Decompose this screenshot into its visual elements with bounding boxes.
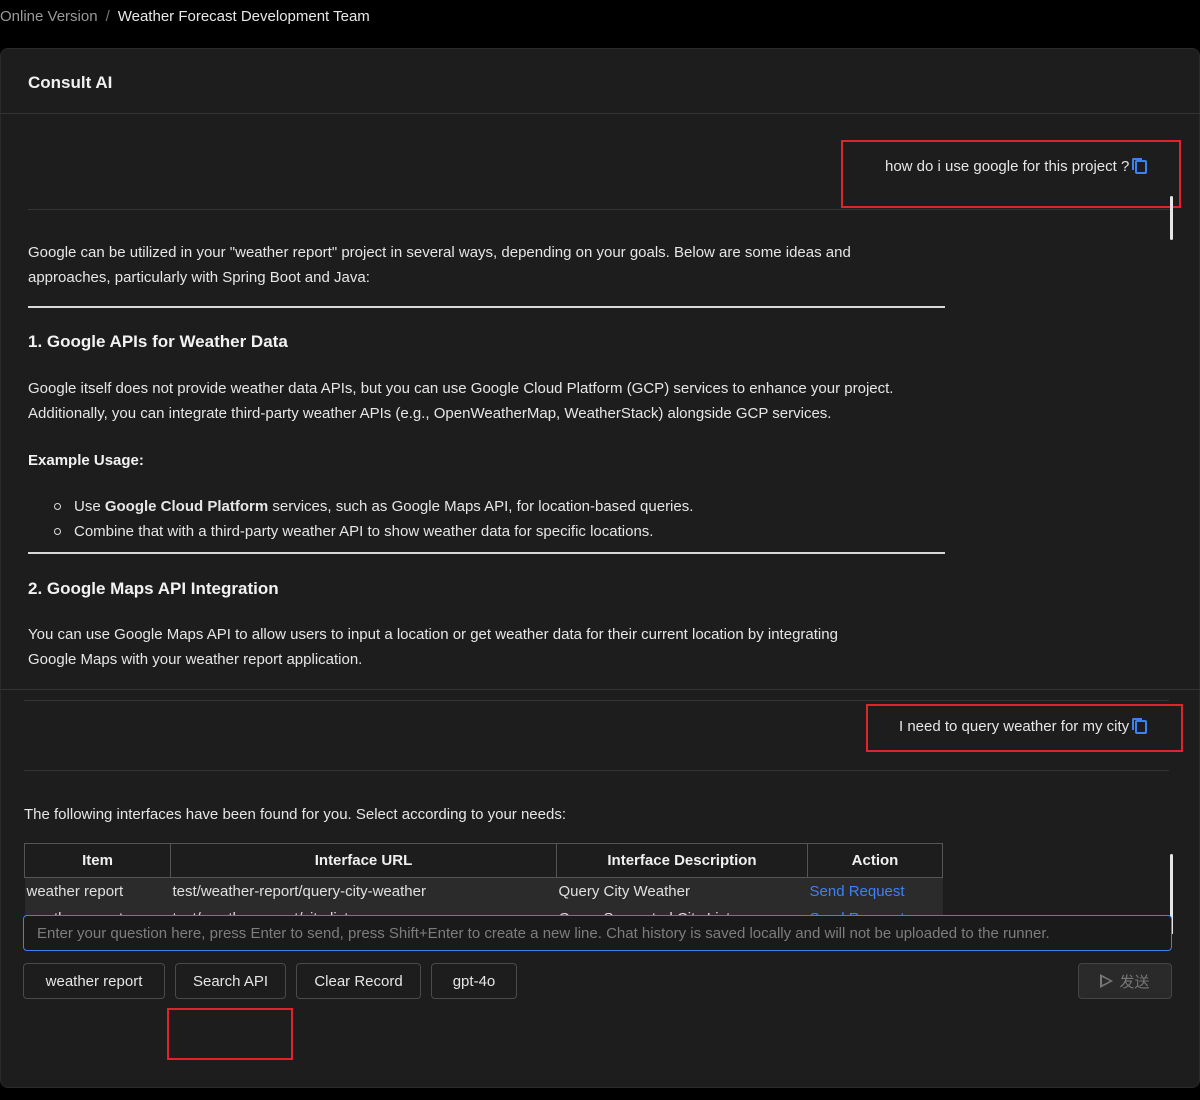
highlight-box [841, 140, 1181, 208]
table-header-row: Item Interface URL Interface Description… [24, 843, 943, 878]
scrollbar-thumb[interactable] [1170, 196, 1173, 240]
model-select-button[interactable]: gpt-4o [431, 963, 517, 999]
ai-intro-line-1: Google can be utilized in your "weather … [28, 244, 851, 261]
breadcrumb-root[interactable]: Online Version [0, 8, 98, 25]
message-divider [28, 209, 1173, 210]
column-header-url: Interface URL [170, 843, 557, 878]
list-item: Use Google Cloud Platform services, such… [51, 494, 693, 519]
ai-paragraph-2-line-1: You can use Google Maps API to allow use… [28, 626, 838, 643]
question-input[interactable] [23, 915, 1172, 951]
highlight-box [866, 704, 1183, 752]
table-row: weather report test/weather-report/query… [24, 877, 943, 905]
weather-report-button[interactable]: weather report [23, 963, 165, 999]
breadcrumb-separator: / [105, 8, 110, 25]
column-header-description: Interface Description [556, 843, 808, 878]
send-button-label: 发送 [1119, 973, 1150, 991]
ai-paragraph-1-line-2: Additionally, you can integrate third-pa… [28, 405, 832, 422]
ai-paragraph-1: Google itself does not provide weather d… [28, 376, 948, 426]
section-heading-1: 1. Google APIs for Weather Data [28, 332, 288, 351]
section-rule [28, 306, 945, 308]
panel-title: Consult AI [28, 73, 113, 92]
chat-history-upper[interactable]: how do i use google for this project ? G… [1, 114, 1200, 689]
chat-history-lower[interactable]: I need to query weather for my city The … [1, 689, 1200, 934]
ai-found-message: The following interfaces have been found… [24, 806, 566, 823]
send-icon [1100, 974, 1114, 988]
ai-paragraph-1-line-1: Google itself does not provide weather d… [28, 380, 894, 397]
ai-paragraph-2-line-2: Google Maps with your weather report app… [28, 651, 363, 668]
example-usage-label: Example Usage: [28, 452, 144, 469]
search-api-button[interactable]: Search API [175, 963, 286, 999]
breadcrumb: Online Version / Weather Forecast Develo… [0, 8, 370, 25]
section-heading-2: 2. Google Maps API Integration [28, 579, 279, 598]
list-item: Combine that with a third-party weather … [51, 519, 693, 544]
ai-paragraph-2: You can use Google Maps API to allow use… [28, 622, 948, 672]
cell-item: weather report [24, 877, 171, 905]
ai-intro: Google can be utilized in your "weather … [28, 240, 948, 290]
message-divider [24, 700, 1169, 701]
example-list: Use Google Cloud Platform services, such… [51, 494, 693, 544]
send-request-link[interactable]: Send Request [810, 883, 905, 900]
highlight-box [167, 1008, 293, 1060]
section-rule [28, 552, 945, 554]
ai-intro-line-2: approaches, particularly with Spring Boo… [28, 269, 370, 286]
send-button[interactable]: 发送 [1078, 963, 1172, 999]
column-header-action: Action [807, 843, 943, 878]
cell-description: Query City Weather [556, 877, 808, 905]
breadcrumb-current: Weather Forecast Development Team [117, 8, 370, 25]
column-header-item: Item [24, 843, 171, 878]
message-divider [24, 770, 1169, 771]
clear-record-button[interactable]: Clear Record [296, 963, 421, 999]
cell-url: test/weather-report/query-city-weather [170, 877, 557, 905]
